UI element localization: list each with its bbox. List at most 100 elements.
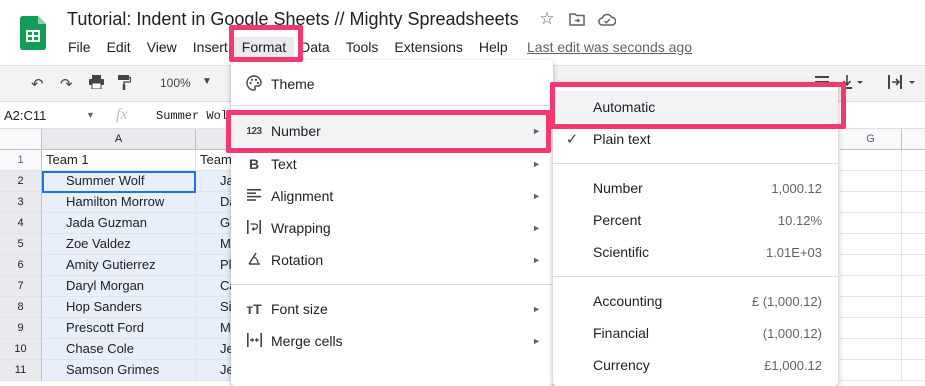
name-box-dropdown-icon[interactable]: ▼ xyxy=(86,110,95,120)
cell-g[interactable] xyxy=(840,234,902,255)
row-header[interactable]: 3 xyxy=(0,192,42,213)
zoom-select[interactable]: 100% xyxy=(160,76,191,90)
cell-g[interactable] xyxy=(840,318,902,339)
cell-b[interactable]: M xyxy=(196,234,236,255)
cell-h[interactable] xyxy=(902,360,925,381)
cell-b[interactable]: Je xyxy=(196,360,236,381)
cell-g[interactable] xyxy=(840,276,902,297)
text-direction-icon[interactable] xyxy=(888,75,918,93)
star-icon[interactable]: ☆ xyxy=(538,9,556,28)
format-menu-alignment[interactable]: Alignment ► xyxy=(231,180,553,212)
col-header-a[interactable]: A xyxy=(42,129,196,150)
row-header[interactable]: 8 xyxy=(0,297,42,318)
number-format-number[interactable]: Number 1,000.12 xyxy=(553,172,838,204)
zoom-dropdown-icon[interactable]: ▼ xyxy=(202,76,212,87)
sheets-logo-icon[interactable] xyxy=(20,16,46,50)
row-header[interactable]: 11 xyxy=(0,360,42,381)
cell-b[interactable]: Ca xyxy=(196,276,236,297)
cell-h[interactable] xyxy=(902,213,925,234)
cell-b[interactable]: Si xyxy=(196,297,236,318)
cell-h[interactable] xyxy=(902,192,925,213)
cell-a[interactable]: Hop Sanders xyxy=(42,297,196,318)
cell-a[interactable]: Prescott Ford xyxy=(42,318,196,339)
cell-g[interactable] xyxy=(840,360,902,381)
cell-b[interactable]: Ja xyxy=(196,171,236,192)
col-header-h[interactable] xyxy=(902,129,925,150)
cell-h[interactable] xyxy=(902,318,925,339)
number-format-percent[interactable]: Percent 10.12% xyxy=(553,204,838,236)
row-header[interactable]: 6 xyxy=(0,255,42,276)
number-format-accounting[interactable]: Accounting £ (1,000.12) xyxy=(553,285,838,317)
cell-b[interactable]: Je xyxy=(196,339,236,360)
row-header[interactable]: 9 xyxy=(0,318,42,339)
menu-edit[interactable]: Edit xyxy=(99,37,139,57)
valign-icon[interactable] xyxy=(842,75,866,93)
cell-g[interactable] xyxy=(840,297,902,318)
menu-format[interactable]: Format xyxy=(233,37,295,57)
cell-g[interactable] xyxy=(840,255,902,276)
cell-g[interactable] xyxy=(840,339,902,360)
cell-b[interactable]: G xyxy=(196,213,236,234)
menu-insert[interactable]: Insert xyxy=(185,37,234,57)
format-menu-font-size[interactable]: ᴛT Font size ► xyxy=(231,293,553,325)
number-format-financial[interactable]: Financial (1,000.12) xyxy=(553,317,838,349)
cell-a[interactable]: Team 1 xyxy=(42,150,196,171)
cell-h[interactable] xyxy=(902,234,925,255)
cell-a[interactable]: Zoe Valdez xyxy=(42,234,196,255)
cell-a[interactable]: Samson Grimes xyxy=(42,360,196,381)
menu-help[interactable]: Help xyxy=(471,37,516,57)
cell-b[interactable]: M xyxy=(196,318,236,339)
cell-a[interactable]: Daryl Morgan xyxy=(42,276,196,297)
cell-b[interactable]: Da xyxy=(196,192,236,213)
cell-a[interactable]: Chase Cole xyxy=(42,339,196,360)
menu-tools[interactable]: Tools xyxy=(338,37,387,57)
number-format-scientific[interactable]: Scientific 1.01E+03 xyxy=(553,236,838,268)
formula-input[interactable]: Summer Wolf xyxy=(156,109,235,123)
cell-g[interactable] xyxy=(840,192,902,213)
format-menu-text[interactable]: B Text ► xyxy=(231,148,553,180)
paint-format-icon[interactable] xyxy=(118,75,132,94)
cell-h[interactable] xyxy=(902,276,925,297)
print-icon[interactable] xyxy=(89,75,104,93)
cell-a[interactable]: Amity Gutierrez xyxy=(42,255,196,276)
col-header-g[interactable]: G xyxy=(840,129,902,150)
name-box[interactable]: A2:C11 xyxy=(4,108,46,123)
row-header[interactable]: 5 xyxy=(0,234,42,255)
number-format-plain-text[interactable]: ✓ Plain text xyxy=(553,123,838,155)
cell-h[interactable] xyxy=(902,150,925,171)
cell-a[interactable]: Jada Guzman xyxy=(42,213,196,234)
format-menu-number[interactable]: 123 Number ► xyxy=(231,115,553,147)
row-header[interactable]: 10 xyxy=(0,339,42,360)
cell-h[interactable] xyxy=(902,339,925,360)
cloud-status-icon[interactable] xyxy=(598,10,616,28)
number-format-currency[interactable]: Currency £1,000.12 xyxy=(553,349,838,381)
cell-g[interactable] xyxy=(840,150,902,171)
cell-h[interactable] xyxy=(902,171,925,192)
row-header[interactable]: 4 xyxy=(0,213,42,234)
document-title[interactable]: Tutorial: Indent in Google Sheets // Mig… xyxy=(67,9,519,30)
cell-h[interactable] xyxy=(902,297,925,318)
format-menu-rotation[interactable]: Rotation ► xyxy=(231,244,553,276)
row-header[interactable]: 7 xyxy=(0,276,42,297)
menu-view[interactable]: View xyxy=(139,37,185,57)
format-menu-wrapping[interactable]: Wrapping ► xyxy=(231,212,553,244)
last-edit-link[interactable]: Last edit was seconds ago xyxy=(527,39,692,55)
menu-data[interactable]: Data xyxy=(294,37,338,57)
corner-cell[interactable] xyxy=(0,129,42,150)
row-header[interactable]: 1 xyxy=(0,150,42,171)
menu-extensions[interactable]: Extensions xyxy=(386,37,470,57)
col-header-b[interactable] xyxy=(196,129,236,150)
cell-h[interactable] xyxy=(902,255,925,276)
redo-icon[interactable]: ↷ xyxy=(60,75,73,93)
undo-icon[interactable]: ↶ xyxy=(31,75,44,93)
menu-file[interactable]: File xyxy=(60,37,99,57)
cell-a[interactable]: Hamilton Morrow xyxy=(42,192,196,213)
row-header[interactable]: 2 xyxy=(0,171,42,192)
move-to-folder-icon[interactable] xyxy=(568,10,586,28)
number-format-automatic[interactable]: Automatic xyxy=(553,91,838,123)
cell-b[interactable]: Pl xyxy=(196,255,236,276)
format-menu-merge-cells[interactable]: Merge cells ► xyxy=(231,325,553,357)
cell-g[interactable] xyxy=(840,213,902,234)
cell-g[interactable] xyxy=(840,171,902,192)
format-menu-theme[interactable]: Theme xyxy=(231,68,553,100)
